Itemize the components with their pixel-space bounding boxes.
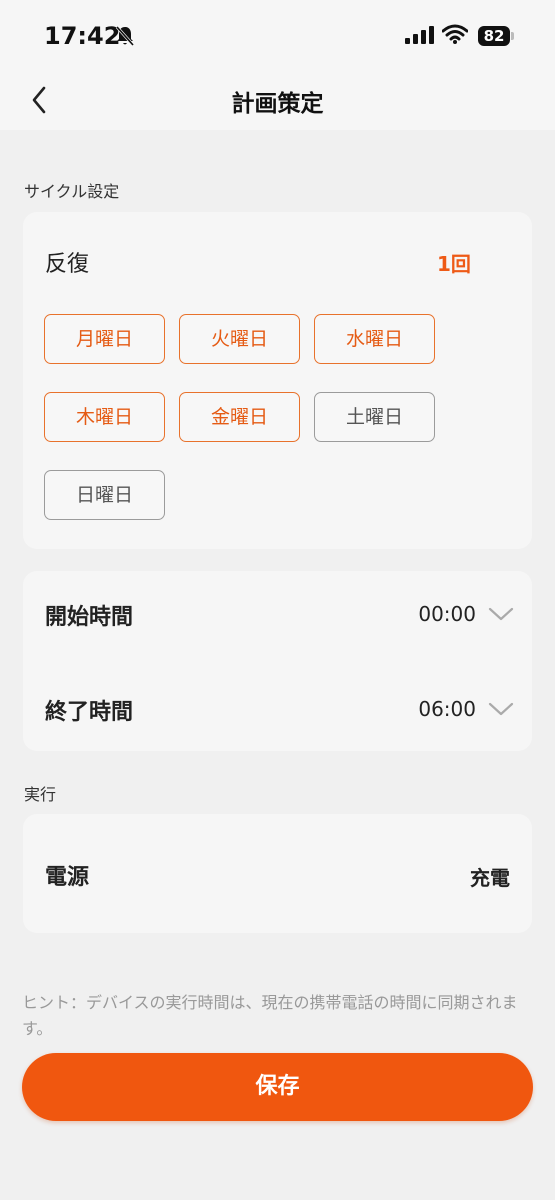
save-button[interactable]: 保存 — [22, 1053, 533, 1121]
day-wednesday-button[interactable]: 水曜日 — [314, 314, 435, 364]
status-time: 17:42 — [44, 22, 121, 50]
day-thursday-button[interactable]: 木曜日 — [44, 392, 165, 442]
status-bar: 17:42 82 — [0, 0, 555, 72]
day-tuesday-button[interactable]: 火曜日 — [179, 314, 300, 364]
hint-text: ヒント：デバイスの実行時間は、現在の携帯電話の時間に同期されます。 — [22, 993, 518, 1038]
start-time-chevron-down-icon[interactable] — [488, 606, 514, 622]
start-time-label: 開始時間 — [45, 605, 134, 630]
cellular-signal-icon — [405, 26, 435, 48]
start-time-value[interactable]: 00:00 — [418, 602, 476, 626]
day-monday-button[interactable]: 月曜日 — [44, 314, 165, 364]
day-friday-button[interactable]: 金曜日 — [179, 392, 300, 442]
end-time-label: 終了時間 — [45, 700, 134, 725]
section-label-cycle: サイクル設定 — [24, 182, 120, 201]
day-saturday-button[interactable]: 土曜日 — [314, 392, 435, 442]
nav-bar: 計画策定 — [0, 72, 555, 130]
battery-tip — [511, 32, 514, 40]
end-time-chevron-down-icon[interactable] — [488, 701, 514, 717]
page-title: 計画策定 — [231, 91, 324, 117]
cycle-card: 反復 1回 月曜日 火曜日 水曜日 木曜日 金曜日 土曜日 日曜日 — [23, 212, 532, 549]
repeat-count[interactable]: 1回 — [437, 248, 471, 277]
end-time-value[interactable]: 06:00 — [418, 697, 476, 721]
bell-muted-icon — [114, 25, 136, 51]
battery-icon: 82 — [478, 26, 510, 46]
section-label-execution: 実行 — [24, 785, 57, 804]
power-value[interactable]: 充電 — [470, 862, 510, 891]
power-label: 電源 — [45, 865, 90, 890]
day-sunday-button[interactable]: 日曜日 — [44, 470, 165, 520]
execution-card[interactable]: 電源 充電 — [23, 814, 532, 933]
repeat-label: 反復 — [45, 252, 90, 277]
time-card: 開始時間 00:00 終了時間 06:00 — [23, 571, 532, 751]
wifi-icon — [441, 24, 469, 48]
